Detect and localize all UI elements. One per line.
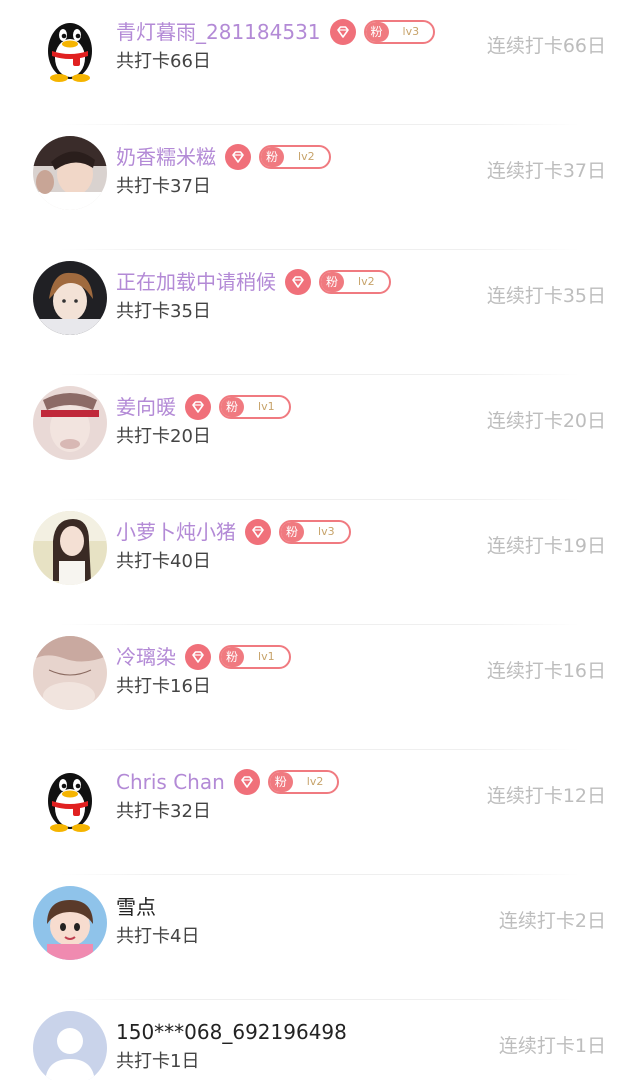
consecutive-checkin-days: 连续打卡1日 (498, 1035, 606, 1057)
fan-level: lv2 (306, 775, 324, 788)
fan-label: 粉 (365, 22, 389, 42)
diamond-icon (285, 269, 311, 295)
consecutive-checkin-days: 连续打卡37日 (486, 160, 606, 182)
list-item[interactable]: 奶香糯米糍 粉 lv2 共打卡37日 连续打卡37日 (0, 125, 640, 250)
consecutive-checkin-days: 连续打卡16日 (486, 660, 606, 682)
list-item[interactable]: 冷璃染 粉 lv1 共打卡16日 连续打卡16日 (0, 625, 640, 750)
list-item[interactable]: Chris Chan 粉 lv2 共打卡32日 连续打卡12日 (0, 750, 640, 875)
qq-penguin-avatar[interactable] (33, 11, 107, 85)
fan-label: 粉 (221, 647, 245, 667)
fan-label: 粉 (281, 522, 305, 542)
list-item[interactable]: 小萝卜炖小猪 粉 lv3 共打卡40日 连续打卡19日 (0, 500, 640, 625)
total-checkin-days: 共打卡4日 (116, 926, 200, 947)
consecutive-checkin-days: 连续打卡35日 (486, 285, 606, 307)
fan-level: lv1 (258, 650, 275, 663)
diamond-icon (329, 19, 356, 45)
fan-label: 粉 (269, 772, 293, 792)
fan-level-badge: 粉 lv3 (363, 20, 436, 44)
username[interactable]: 冷璃染 (116, 641, 176, 673)
username[interactable]: 小萝卜炖小猪 (116, 516, 236, 548)
fan-level: lv2 (358, 275, 375, 288)
username[interactable]: 青灯暮雨_281184531 (116, 16, 321, 48)
consecutive-checkin-days: 连续打卡20日 (486, 410, 606, 432)
fan-level-badge: 粉 lv3 (279, 520, 351, 544)
consecutive-checkin-days: 连续打卡66日 (486, 35, 606, 57)
photo-avatar[interactable] (33, 511, 107, 585)
total-checkin-days: 共打卡35日 (116, 301, 211, 322)
total-checkin-days: 共打卡20日 (116, 426, 211, 447)
consecutive-checkin-days: 连续打卡12日 (486, 785, 606, 807)
fan-label: 粉 (321, 272, 345, 292)
photo-avatar[interactable] (33, 136, 107, 210)
qq-penguin-avatar[interactable] (33, 761, 107, 835)
fan-level: lv1 (258, 400, 275, 413)
username[interactable]: 姜向暖 (116, 391, 176, 423)
list-item[interactable]: 青灯暮雨_281184531 粉 lv3 共打卡66日 连续打卡66日 (0, 0, 640, 125)
total-checkin-days: 共打卡40日 (116, 551, 211, 572)
list-item[interactable]: 姜向暖 粉 lv1 共打卡20日 连续打卡20日 (0, 375, 640, 500)
fan-level-badge: 粉 lv2 (319, 270, 391, 294)
cartoon-avatar[interactable] (33, 886, 107, 960)
diamond-icon (225, 144, 251, 170)
total-checkin-days: 共打卡37日 (116, 176, 211, 197)
fan-label: 粉 (261, 147, 285, 167)
username[interactable]: 雪点 (116, 891, 156, 923)
default-avatar[interactable] (33, 1011, 107, 1080)
total-checkin-days: 共打卡32日 (116, 801, 211, 822)
diamond-icon (185, 644, 211, 670)
photo-avatar[interactable] (33, 386, 107, 460)
list-item[interactable]: 雪点 共打卡4日 连续打卡2日 (0, 875, 640, 1000)
username[interactable]: 正在加载中请稍候 (116, 266, 276, 298)
fan-level-badge: 粉 lv1 (219, 645, 291, 669)
total-checkin-days: 共打卡66日 (116, 51, 211, 72)
fan-level-badge: 粉 lv2 (259, 145, 331, 169)
fan-level: lv3 (318, 525, 335, 538)
diamond-icon (245, 519, 271, 545)
username[interactable]: Chris Chan (116, 766, 225, 798)
photo-avatar[interactable] (33, 636, 107, 710)
total-checkin-days: 共打卡1日 (116, 1051, 200, 1072)
diamond-icon (233, 769, 260, 795)
diamond-icon (185, 394, 211, 420)
username[interactable]: 150***068_692196498 (116, 1016, 347, 1048)
consecutive-checkin-days: 连续打卡2日 (498, 910, 606, 932)
username[interactable]: 奶香糯米糍 (116, 141, 216, 173)
fan-level-badge: 粉 lv1 (219, 395, 291, 419)
consecutive-checkin-days: 连续打卡19日 (486, 535, 606, 557)
list-item[interactable]: 150***068_692196498 共打卡1日 连续打卡1日 (0, 1000, 640, 1080)
fan-label: 粉 (221, 397, 245, 417)
fan-level-badge: 粉 lv2 (267, 770, 340, 794)
list-item[interactable]: 正在加载中请稍候 粉 lv2 共打卡35日 连续打卡35日 (0, 250, 640, 375)
fan-level: lv2 (298, 150, 315, 163)
anime-avatar[interactable] (33, 261, 107, 335)
fan-level: lv3 (402, 25, 420, 38)
checkin-ranking-list: 青灯暮雨_281184531 粉 lv3 共打卡66日 连续打卡66日 奶香糯米… (0, 0, 640, 1080)
total-checkin-days: 共打卡16日 (116, 676, 211, 697)
